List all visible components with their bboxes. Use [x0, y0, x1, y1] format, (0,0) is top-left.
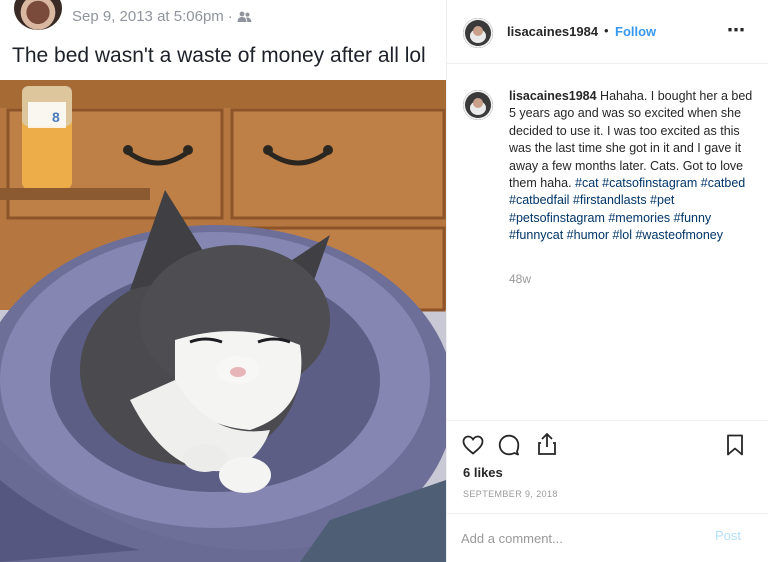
- post-header: lisacaines1984 • Follow ⋯: [447, 0, 768, 64]
- friends-icon[interactable]: [237, 11, 252, 23]
- post-actions: 6 likes SEPTEMBER 9, 2018 Post: [447, 420, 768, 562]
- username-link[interactable]: lisacaines1984: [507, 24, 598, 39]
- comment-input[interactable]: [461, 528, 701, 548]
- dot-separator: •: [604, 23, 609, 38]
- follow-button[interactable]: Follow: [615, 24, 656, 39]
- more-options-icon[interactable]: ⋯: [727, 20, 746, 41]
- avatar[interactable]: [14, 0, 62, 30]
- drink-bottle: 8: [22, 86, 72, 190]
- post-button[interactable]: Post: [715, 528, 741, 543]
- post-caption: The bed wasn't a waste of money after al…: [12, 44, 426, 67]
- heart-icon[interactable]: [461, 433, 485, 457]
- comment-username[interactable]: lisacaines1984: [509, 89, 597, 103]
- post-meta: Sep 9, 2013 at 5:06pm ·: [72, 8, 252, 25]
- avatar[interactable]: [463, 90, 493, 120]
- likes-count[interactable]: 6 likes: [463, 465, 503, 480]
- bookmark-icon[interactable]: [724, 433, 746, 457]
- post-timestamp[interactable]: Sep 9, 2013 at 5:06pm: [72, 8, 224, 25]
- share-icon[interactable]: [535, 431, 559, 457]
- meta-separator: ·: [227, 8, 233, 25]
- avatar[interactable]: [463, 18, 493, 48]
- add-comment-box: Post: [447, 513, 768, 562]
- facebook-post-header: Sep 9, 2013 at 5:06pm · The bed wasn't a…: [0, 0, 446, 80]
- post-age[interactable]: 48w: [509, 272, 531, 286]
- instagram-post-panel: lisacaines1984 • Follow ⋯ lisacaines1984…: [446, 0, 768, 562]
- bottle-label: 8: [52, 109, 60, 125]
- comment-icon[interactable]: [497, 433, 521, 457]
- comment-text: Hahaha. I bought her a bed 5 years ago a…: [509, 89, 753, 191]
- post-date[interactable]: SEPTEMBER 9, 2018: [463, 489, 558, 499]
- caption-comment: lisacaines1984 Hahaha. I bought her a be…: [509, 88, 753, 245]
- post-photo[interactable]: 8: [0, 80, 446, 562]
